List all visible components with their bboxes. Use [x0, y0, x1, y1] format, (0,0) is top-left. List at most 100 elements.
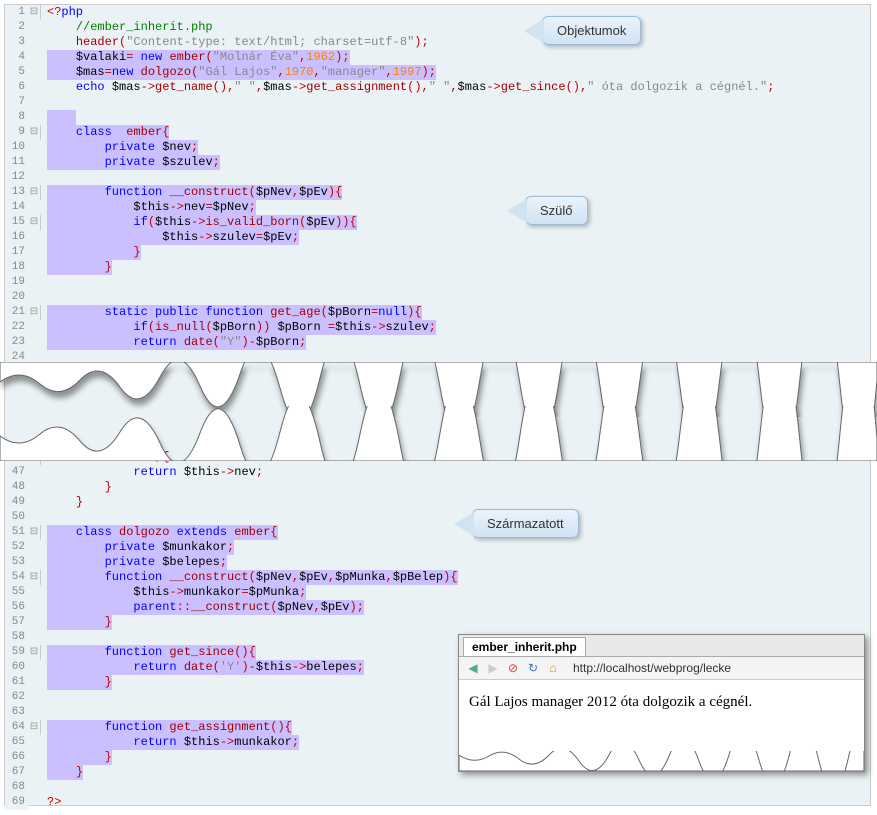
code-content[interactable]: private $belepes; — [41, 555, 870, 570]
code-line[interactable]: 16 $this->szulev=$pEv; — [5, 230, 870, 245]
code-content[interactable]: ?> — [41, 795, 870, 810]
code-line[interactable]: 5 $mas=new dolgozo("Gál Lajos",1970,"man… — [5, 65, 870, 80]
code-content[interactable]: function __construct($pNev,$pEv,$pMunka,… — [41, 570, 870, 585]
code-line[interactable]: 57 } — [5, 615, 870, 630]
forward-icon[interactable]: ▶ — [485, 660, 501, 676]
code-line[interactable]: 1 <?php — [5, 5, 870, 20]
code-content[interactable]: parent::__construct($pNev,$pEv); — [41, 600, 870, 615]
code-content[interactable]: return date("Y")-$pBorn; — [41, 335, 870, 350]
code-line[interactable]: 17 } — [5, 245, 870, 260]
line-number: 48 — [5, 480, 28, 495]
fold-gutter[interactable] — [28, 645, 41, 660]
code-content[interactable]: $valaki= new ember("Molnár Éva",1962); — [41, 50, 870, 65]
code-line[interactable]: 68 — [5, 780, 870, 795]
callout-label: Származatott — [487, 516, 564, 531]
fold-gutter[interactable] — [28, 125, 41, 140]
code-content[interactable]: echo $mas->get_name()," ",$mas->get_assi… — [41, 80, 870, 95]
code-content[interactable]: } — [41, 480, 870, 495]
code-line[interactable]: 9 class ember{ — [5, 125, 870, 140]
code-line[interactable]: 8 — [5, 110, 870, 125]
line-number: 19 — [5, 275, 28, 290]
code-line[interactable]: 54 function __construct($pNev,$pEv,$pMun… — [5, 570, 870, 585]
callout-label: Objektumok — [557, 23, 626, 38]
code-content[interactable]: } — [41, 245, 870, 260]
code-content[interactable]: private $nev; — [41, 140, 870, 155]
line-number: 3 — [5, 35, 28, 50]
code-content[interactable]: private $munkakor; — [41, 540, 870, 555]
code-line[interactable]: 20 — [5, 290, 870, 305]
code-content[interactable]: if(is_null($pBorn)) $pBorn =$this->szule… — [41, 320, 870, 335]
code-line[interactable]: 14 $this->nev=$pNev; — [5, 200, 870, 215]
address-bar[interactable]: http://localhost/webprog/lecke — [573, 661, 731, 675]
code-line[interactable]: 50 — [5, 510, 870, 525]
line-number: 57 — [5, 615, 28, 630]
fold-gutter[interactable] — [28, 525, 41, 540]
browser-tab[interactable]: ember_inherit.php — [463, 637, 586, 656]
code-line[interactable]: 11 private $szulev; — [5, 155, 870, 170]
code-line[interactable]: 15 if($this->is_valid_born($pEv)){ — [5, 215, 870, 230]
code-line[interactable]: 55 $this->munkakor=$pMunka; — [5, 585, 870, 600]
back-icon[interactable]: ◀ — [465, 660, 481, 676]
code-line[interactable]: 2 //ember_inherit.php — [5, 20, 870, 35]
code-content[interactable] — [41, 110, 870, 125]
code-line[interactable]: 6 echo $mas->get_name()," ",$mas->get_as… — [5, 80, 870, 95]
line-number: 12 — [5, 170, 28, 185]
line-number: 64 — [5, 720, 28, 735]
code-content[interactable]: } — [41, 260, 870, 275]
fold-gutter[interactable] — [28, 305, 41, 320]
fold-gutter[interactable] — [28, 215, 41, 230]
fold-gutter[interactable] — [28, 570, 41, 585]
code-content[interactable]: class ember{ — [41, 125, 870, 140]
code-content[interactable]: static public function get_age($pBorn=nu… — [41, 305, 870, 320]
fold-gutter[interactable] — [28, 720, 41, 735]
code-line[interactable]: 10 private $nev; — [5, 140, 870, 155]
code-line[interactable]: 49 } — [5, 495, 870, 510]
code-content[interactable]: if($this->is_valid_born($pEv)){ — [41, 215, 870, 230]
code-line[interactable]: 13 function __construct($pNev,$pEv){ — [5, 185, 870, 200]
code-line[interactable]: 18 } — [5, 260, 870, 275]
code-line[interactable]: 51 class dolgozo extends ember{ — [5, 525, 870, 540]
home-icon[interactable]: ⌂ — [545, 660, 561, 676]
code-line[interactable]: 3 header("Content-type: text/html; chars… — [5, 35, 870, 50]
code-content[interactable]: header("Content-type: text/html; charset… — [41, 35, 870, 50]
code-line[interactable]: 56 parent::__construct($pNev,$pEv); — [5, 600, 870, 615]
code-line[interactable]: 12 — [5, 170, 870, 185]
code-content[interactable] — [41, 275, 870, 290]
code-line[interactable]: 4 $valaki= new ember("Molnár Éva",1962); — [5, 50, 870, 65]
stop-icon[interactable]: ⊘ — [505, 660, 521, 676]
code-content[interactable]: //ember_inherit.php — [41, 20, 870, 35]
line-number: 49 — [5, 495, 28, 510]
code-content[interactable]: <?php — [41, 5, 870, 20]
code-content[interactable]: $this->munkakor=$pMunka; — [41, 585, 870, 600]
code-content[interactable]: } — [41, 495, 870, 510]
line-number: 1 — [5, 5, 28, 20]
code-content[interactable] — [41, 290, 870, 305]
line-number: 50 — [5, 510, 28, 525]
line-number: 18 — [5, 260, 28, 275]
code-line[interactable]: 47 return $this->nev; — [5, 465, 870, 480]
code-line[interactable]: 53 private $belepes; — [5, 555, 870, 570]
code-line[interactable]: 69 ?> — [5, 795, 870, 810]
code-content[interactable]: function __construct($pNev,$pEv){ — [41, 185, 870, 200]
code-content[interactable] — [41, 170, 870, 185]
line-number: 55 — [5, 585, 28, 600]
fold-gutter[interactable] — [28, 5, 41, 20]
code-content[interactable]: private $szulev; — [41, 155, 870, 170]
code-line[interactable]: 48 } — [5, 480, 870, 495]
code-content[interactable]: return $this->nev; — [41, 465, 870, 480]
code-line[interactable]: 7 — [5, 95, 870, 110]
code-line[interactable]: 52 private $munkakor; — [5, 540, 870, 555]
code-line[interactable]: 19 — [5, 275, 870, 290]
line-number: 51 — [5, 525, 28, 540]
code-content[interactable]: $this->nev=$pNev; — [41, 200, 870, 215]
code-line[interactable]: 21 static public function get_age($pBorn… — [5, 305, 870, 320]
code-content[interactable]: } — [41, 615, 870, 630]
fold-gutter[interactable] — [28, 185, 41, 200]
line-number: 15 — [5, 215, 28, 230]
line-number: 69 — [5, 795, 28, 810]
reload-icon[interactable]: ↻ — [525, 660, 541, 676]
code-line[interactable]: 22 if(is_null($pBorn)) $pBorn =$this->sz… — [5, 320, 870, 335]
code-content[interactable]: $mas=new dolgozo("Gál Lajos",1970,"manag… — [41, 65, 870, 80]
code-line[interactable]: 23 return date("Y")-$pBorn; — [5, 335, 870, 350]
code-content[interactable]: $this->szulev=$pEv; — [41, 230, 870, 245]
